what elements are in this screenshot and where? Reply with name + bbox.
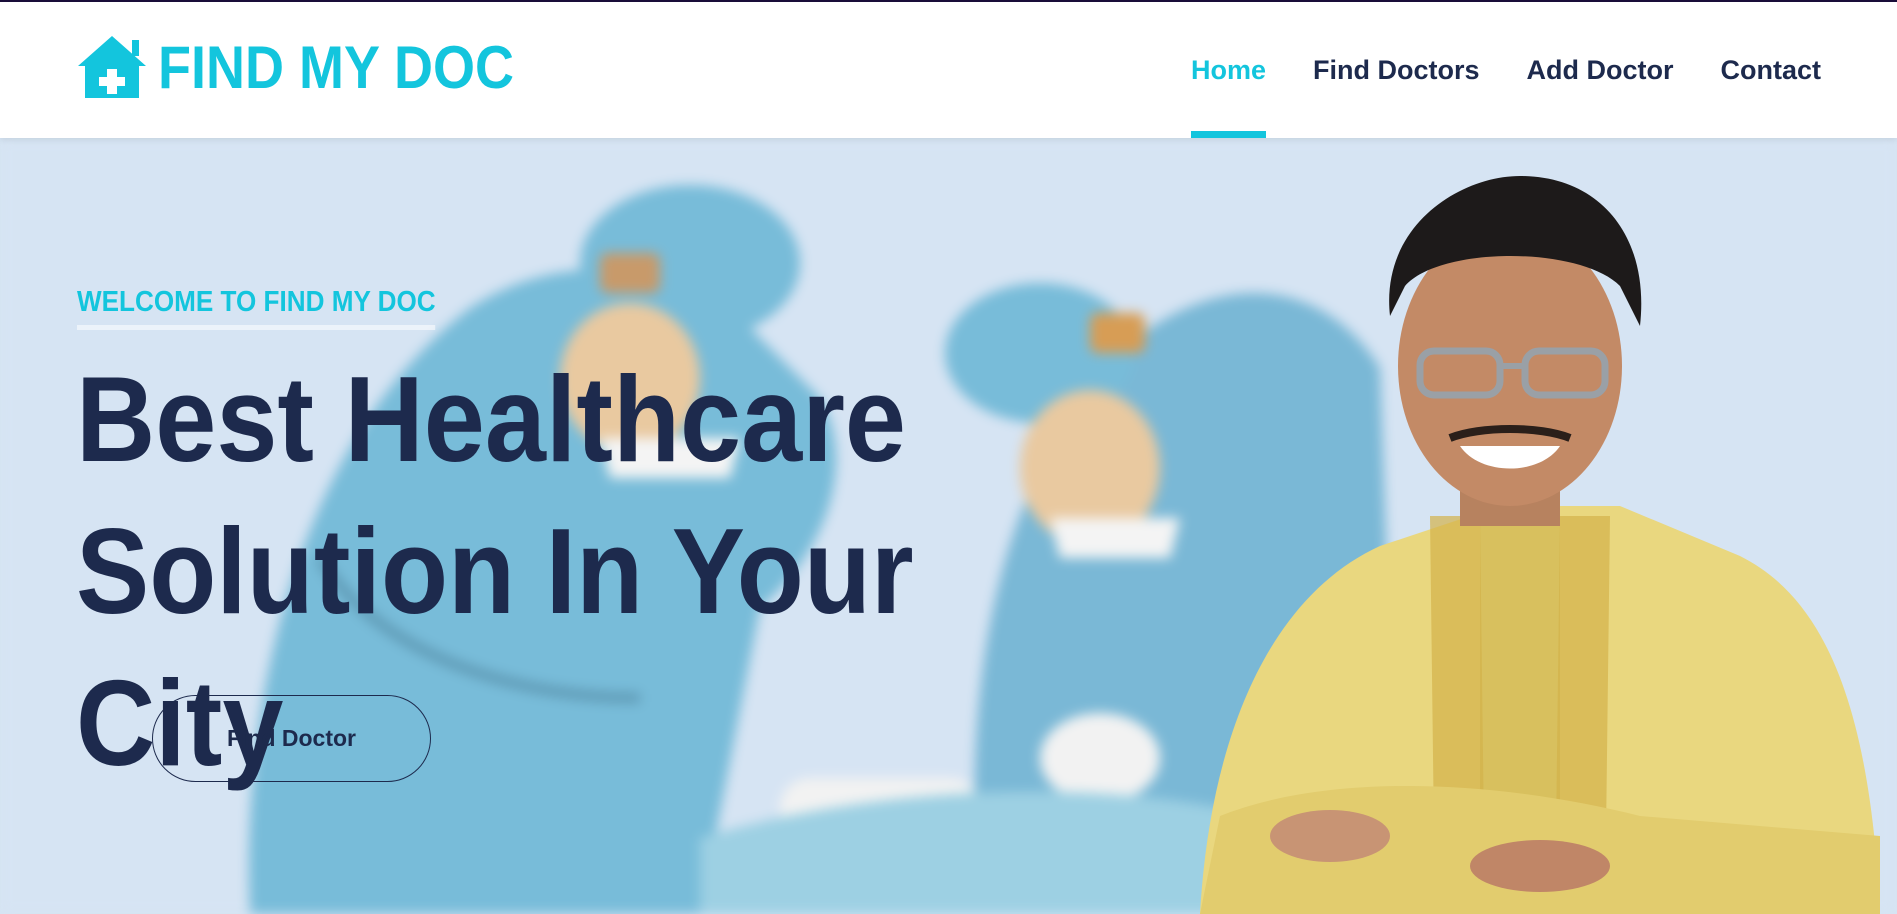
house-medical-icon	[78, 36, 146, 98]
find-doctor-button[interactable]: Find Doctor	[152, 695, 431, 782]
hero-eyebrow: WELCOME TO FIND MY DOC	[77, 286, 436, 330]
navbar: FIND MY DOC Home Find Doctors Add Doctor…	[0, 2, 1897, 138]
nav-item-find-doctors[interactable]: Find Doctors	[1313, 2, 1480, 138]
nav-item-home[interactable]: Home	[1191, 2, 1267, 138]
nav-item-contact[interactable]: Contact	[1721, 2, 1822, 138]
hero-section: WELCOME TO FIND MY DOC Best Healthcare S…	[0, 138, 1897, 914]
main-nav: Home Find Doctors Add Doctor Contact	[1144, 2, 1821, 138]
hero-title-line-1: Best Healthcare	[76, 351, 906, 487]
brand-logo-link[interactable]: FIND MY DOC	[76, 32, 554, 102]
nav-item-add-doctor[interactable]: Add Doctor	[1527, 2, 1674, 138]
doctor-photo	[1200, 176, 1880, 914]
brand-name: FIND MY DOC	[158, 33, 515, 101]
